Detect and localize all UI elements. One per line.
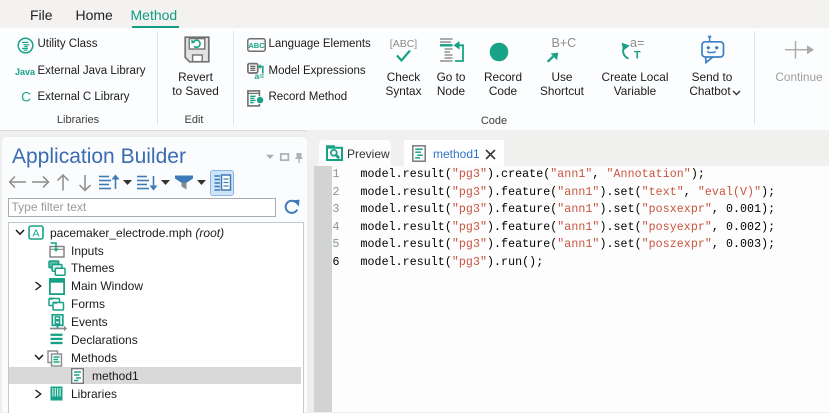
- svg-text:ABC: ABC: [248, 41, 265, 50]
- svg-text:a=: a=: [254, 71, 264, 80]
- svg-text:T: T: [634, 50, 641, 62]
- svg-text:A: A: [32, 227, 39, 239]
- svg-text:Java: Java: [15, 67, 35, 77]
- svg-text:C: C: [21, 90, 31, 105]
